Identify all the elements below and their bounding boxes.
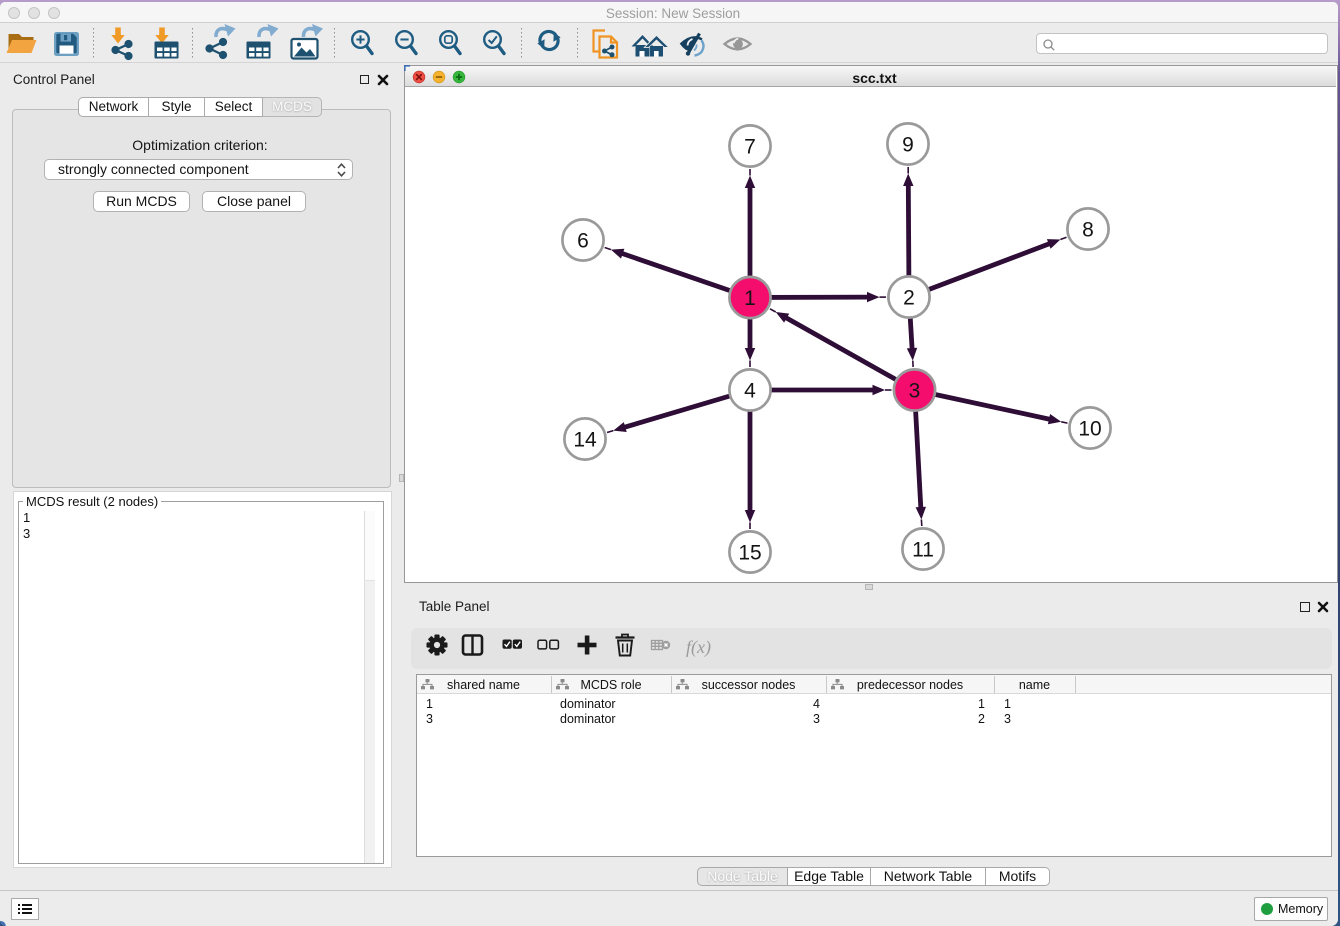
svg-text:4: 4 — [744, 379, 756, 402]
svg-text:1: 1 — [744, 287, 756, 310]
svg-text:7: 7 — [744, 135, 756, 158]
svg-text:8: 8 — [1082, 218, 1094, 241]
svg-text:2: 2 — [903, 286, 915, 309]
svg-text:10: 10 — [1078, 417, 1101, 440]
svg-text:15: 15 — [738, 541, 761, 564]
svg-text:11: 11 — [912, 538, 934, 561]
svg-text:3: 3 — [909, 379, 921, 402]
svg-text:6: 6 — [577, 229, 589, 252]
svg-text:9: 9 — [902, 133, 914, 156]
svg-text:14: 14 — [573, 428, 597, 451]
